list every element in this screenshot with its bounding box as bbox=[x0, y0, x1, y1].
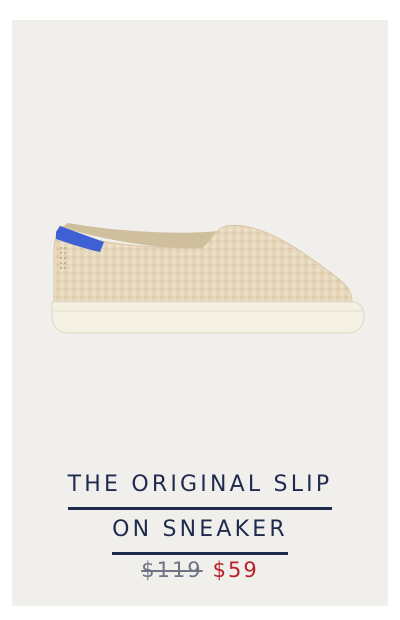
product-card[interactable]: THE ORIGINAL SLIP ON SNEAKER $119 $59 bbox=[12, 20, 388, 606]
shoe-sole bbox=[51, 301, 365, 334]
product-title[interactable]: THE ORIGINAL SLIP ON SNEAKER bbox=[12, 465, 388, 555]
original-price: $119 bbox=[141, 558, 203, 582]
product-title-line-1[interactable]: THE ORIGINAL SLIP bbox=[67, 465, 333, 510]
product-title-line-2[interactable]: ON SNEAKER bbox=[112, 510, 288, 555]
product-image[interactable] bbox=[12, 20, 388, 440]
sneaker-illustration bbox=[51, 223, 365, 334]
price-row: $119 $59 bbox=[12, 558, 388, 582]
sale-price: $59 bbox=[212, 558, 259, 582]
